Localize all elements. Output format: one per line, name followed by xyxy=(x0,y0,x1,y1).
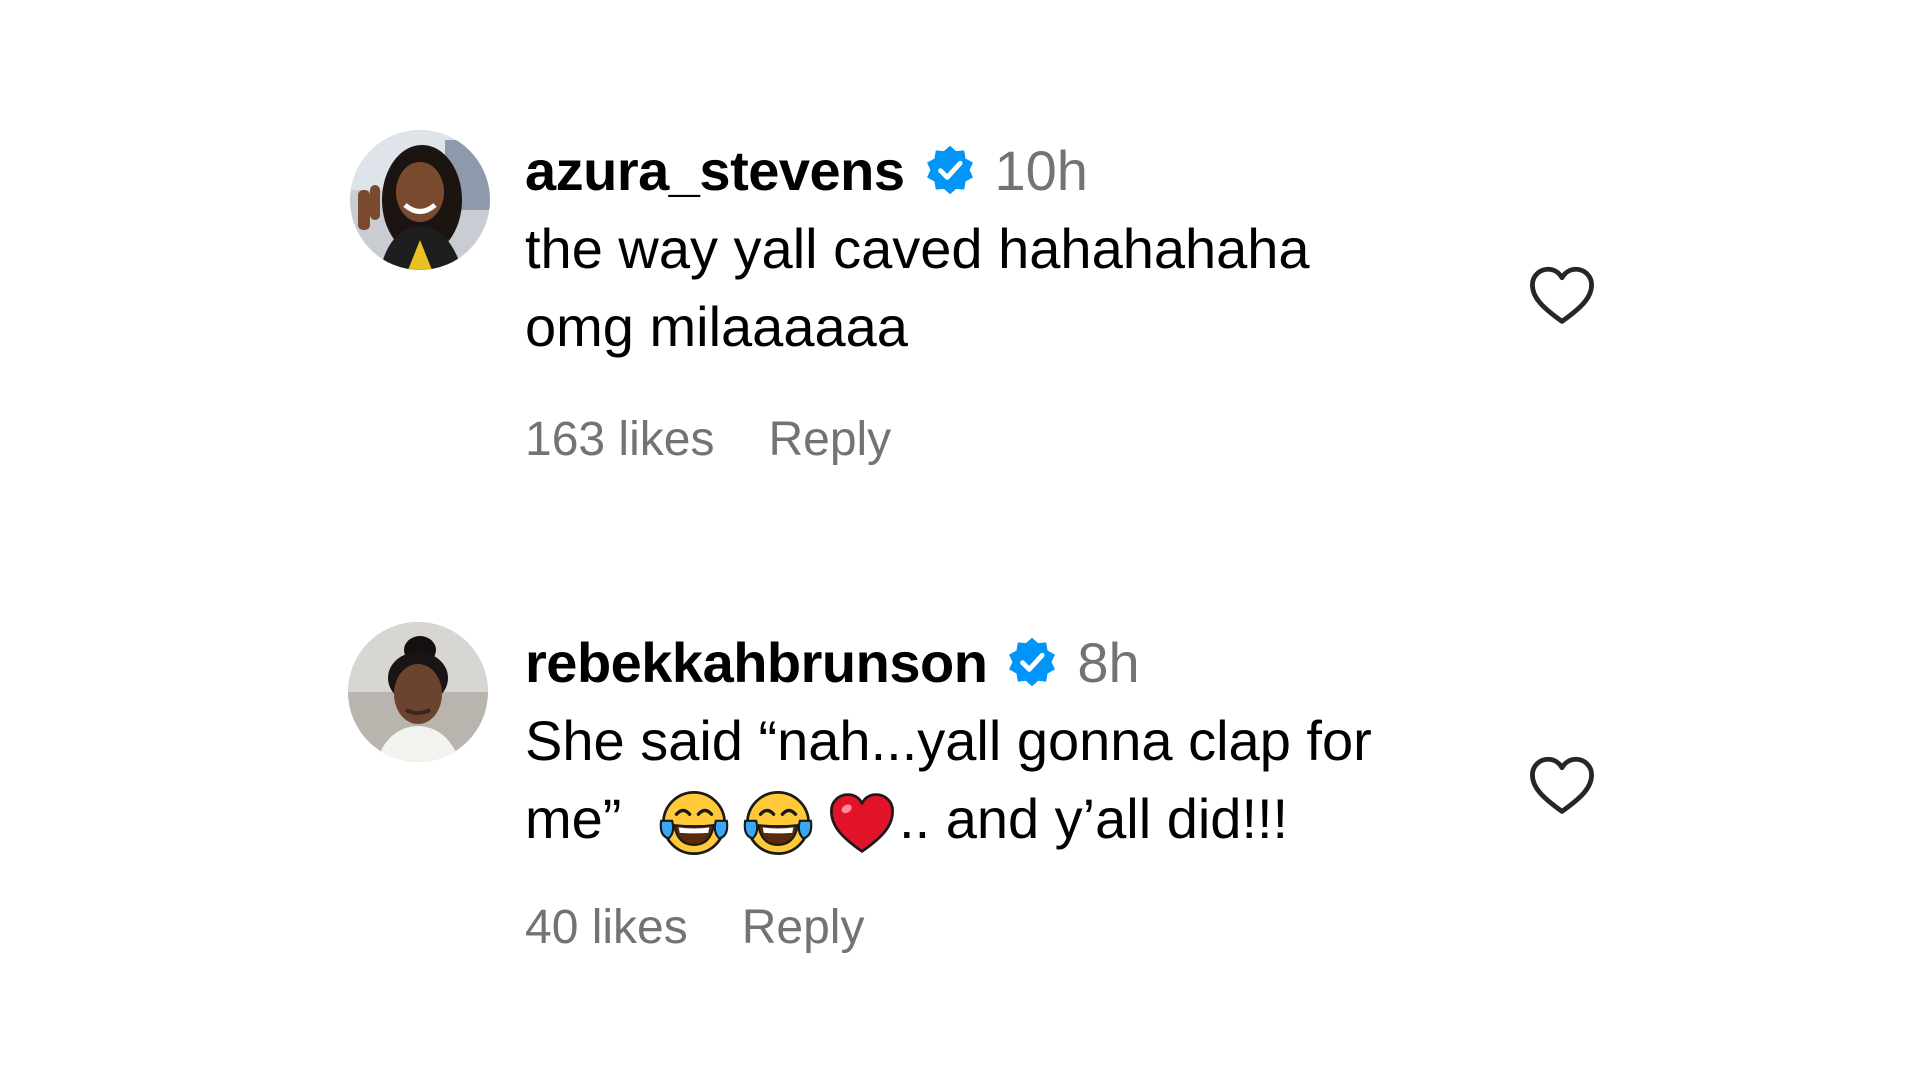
likes-count[interactable]: 40 likes xyxy=(525,900,688,955)
comment-text-line: me” .. and y’all did!!! xyxy=(525,780,1505,858)
comment-text-line: the way yall caved hahahahaha xyxy=(525,217,1310,280)
avatar[interactable] xyxy=(350,130,490,270)
timestamp: 8h xyxy=(1077,630,1140,694)
likes-count[interactable]: 163 likes xyxy=(525,412,714,467)
comment-text: the way yall caved hahahahaha omg milaaa… xyxy=(525,210,1505,366)
comment-text-fragment: me” xyxy=(525,787,622,850)
reply-button[interactable]: Reply xyxy=(742,900,865,955)
comments-panel: azura_stevens 10h the way yall caved hah… xyxy=(0,0,1920,1080)
username[interactable]: azura_stevens xyxy=(525,138,905,203)
comment-text-line: omg milaaaaaa xyxy=(525,295,908,358)
tears-of-joy-emoji-icon xyxy=(659,788,729,858)
verified-badge-icon xyxy=(926,145,973,195)
avatar[interactable] xyxy=(348,622,488,762)
red-heart-emoji-icon xyxy=(827,788,897,858)
reply-button[interactable]: Reply xyxy=(768,412,891,467)
like-button[interactable] xyxy=(1528,755,1596,817)
comment-text-line: She said “nah...yall gonna clap for xyxy=(525,709,1372,772)
verified-badge-icon xyxy=(1009,637,1056,687)
heart-outline-icon xyxy=(1530,266,1594,324)
timestamp: 10h xyxy=(994,138,1088,202)
comment-header: rebekkahbrunson 8h xyxy=(525,622,1505,702)
avatar-image xyxy=(350,130,490,270)
comment-header: azura_stevens 10h xyxy=(525,130,1505,210)
comment-body: rebekkahbrunson 8h She said “nah...yall … xyxy=(525,622,1505,955)
comment-actions: 40 likes Reply xyxy=(525,900,864,955)
username[interactable]: rebekkahbrunson xyxy=(525,630,988,695)
avatar-image xyxy=(348,622,488,762)
comment-actions: 163 likes Reply xyxy=(525,412,891,467)
like-button[interactable] xyxy=(1528,265,1596,327)
comment-text-fragment: .. and y’all did!!! xyxy=(899,787,1289,850)
comment-body: azura_stevens 10h the way yall caved hah… xyxy=(525,130,1505,467)
comment-text: She said “nah...yall gonna clap for me” xyxy=(525,702,1505,858)
heart-outline-icon xyxy=(1530,756,1594,814)
tears-of-joy-emoji-icon xyxy=(743,788,813,858)
